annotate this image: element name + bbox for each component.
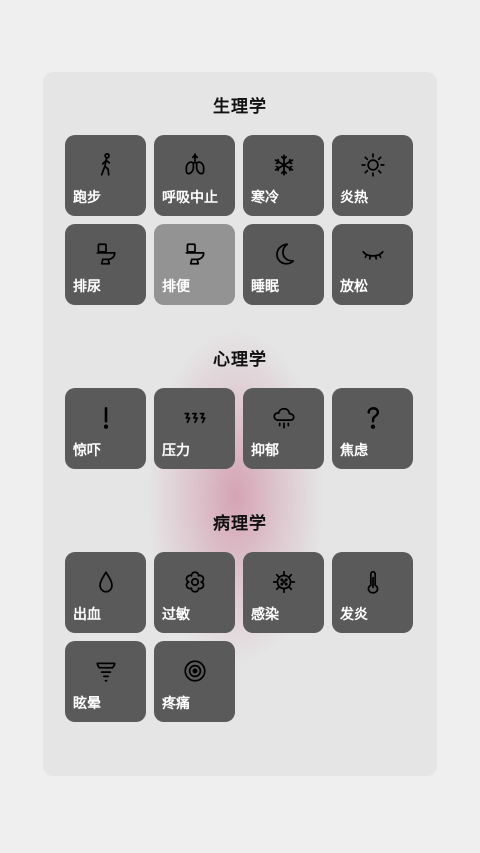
tile-relax[interactable]: 放松 (332, 224, 413, 305)
closed-eye-icon (332, 240, 413, 268)
tile-stress[interactable]: 压力 (154, 388, 235, 469)
lightning-icon (154, 404, 235, 432)
tornado-icon (65, 657, 146, 685)
tile-inflammation[interactable]: 发炎 (332, 552, 413, 633)
tile-bleeding[interactable]: 出血 (65, 552, 146, 633)
tile-apnea[interactable]: 呼吸中止 (154, 135, 235, 216)
lungs-icon (154, 151, 235, 179)
tile-sleep[interactable]: 睡眠 (243, 224, 324, 305)
question-icon (332, 404, 413, 432)
virus-icon (243, 568, 324, 596)
thermometer-icon (332, 568, 413, 596)
running-icon (65, 151, 146, 179)
target-icon (154, 657, 235, 685)
tile-depression[interactable]: 抑郁 (243, 388, 324, 469)
tile-label: 发炎 (340, 607, 368, 623)
tile-defecation[interactable]: 排便 (154, 224, 235, 305)
tile-label: 抑郁 (251, 443, 279, 459)
tile-label: 排便 (162, 279, 190, 295)
toilet-icon (154, 240, 235, 268)
rain-cloud-icon (243, 404, 324, 432)
tile-label: 惊吓 (73, 443, 101, 459)
drop-icon (65, 568, 146, 596)
flower-icon (154, 568, 235, 596)
tile-label: 过敏 (162, 607, 190, 623)
section-title-pathology: 病理学 (213, 514, 267, 534)
tile-label: 睡眠 (251, 279, 279, 295)
tile-running[interactable]: 跑步 (65, 135, 146, 216)
tile-urination[interactable]: 排尿 (65, 224, 146, 305)
section-title-physiology: 生理学 (213, 97, 267, 117)
tile-cold[interactable]: 寒冷 (243, 135, 324, 216)
tile-allergy[interactable]: 过敏 (154, 552, 235, 633)
tile-dizziness[interactable]: 眩晕 (65, 641, 146, 722)
exclamation-icon (65, 404, 146, 432)
tile-label: 疼痛 (162, 696, 190, 712)
tile-label: 感染 (251, 607, 279, 623)
tile-fright[interactable]: 惊吓 (65, 388, 146, 469)
tile-label: 压力 (162, 443, 190, 459)
tile-pain[interactable]: 疼痛 (154, 641, 235, 722)
snowflake-icon (243, 151, 324, 179)
tile-heat[interactable]: 炎热 (332, 135, 413, 216)
tile-label: 炎热 (340, 190, 368, 206)
tile-label: 寒冷 (251, 190, 279, 206)
tile-label: 出血 (73, 607, 101, 623)
tile-label: 呼吸中止 (162, 190, 218, 206)
tile-anxiety[interactable]: 焦虑 (332, 388, 413, 469)
sound-panel: 生理学 跑步 呼吸中止 寒冷 炎热 排尿 排便 睡眠 放松 心理学 惊吓 压力 … (43, 72, 437, 776)
tile-label: 排尿 (73, 279, 101, 295)
sun-icon (332, 151, 413, 179)
tile-label: 跑步 (73, 190, 101, 206)
tile-label: 眩晕 (73, 696, 101, 712)
tile-label: 焦虑 (340, 443, 368, 459)
moon-icon (243, 240, 324, 268)
tile-label: 放松 (340, 279, 368, 295)
toilet-icon (65, 240, 146, 268)
section-title-psychology: 心理学 (213, 350, 267, 370)
tile-infection[interactable]: 感染 (243, 552, 324, 633)
